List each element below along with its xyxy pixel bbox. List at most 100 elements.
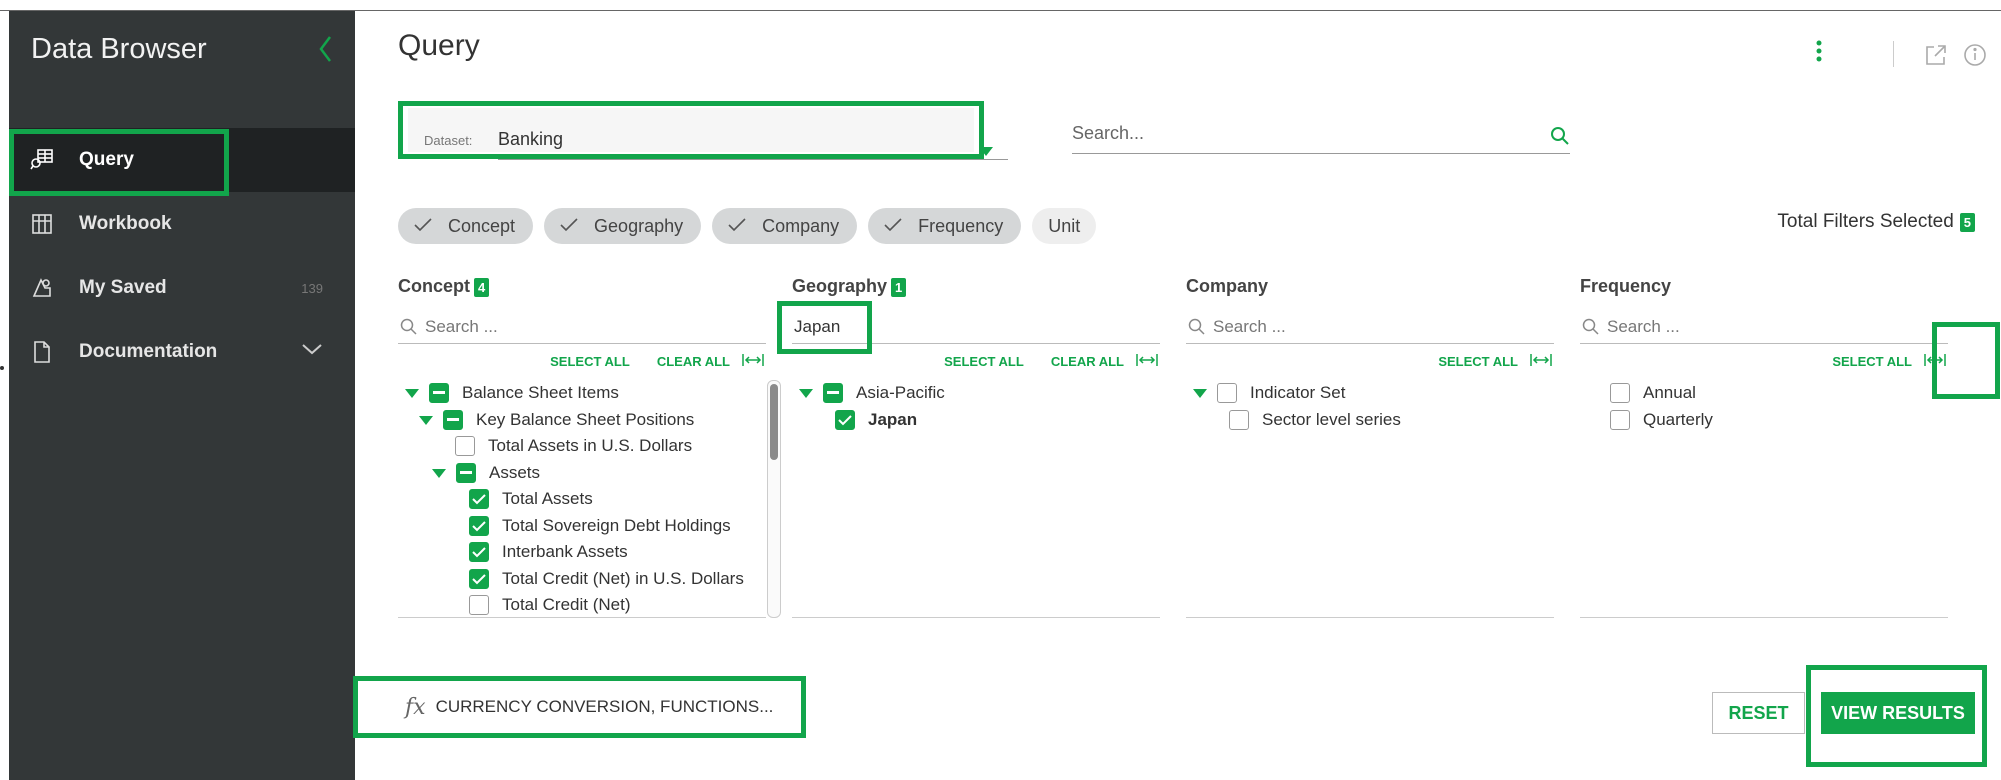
collapse-sidebar-button[interactable] [311, 29, 341, 69]
checkbox[interactable] [1229, 410, 1249, 430]
checkbox-partial[interactable] [456, 463, 476, 483]
tree-item-label: Total Credit (Net) in U.S. Dollars [502, 569, 744, 588]
facet-count-badge: 1 [891, 278, 907, 297]
window-left-border [0, 11, 9, 780]
checkbox-partial[interactable] [823, 383, 843, 403]
check-icon [414, 216, 432, 237]
concept-search-field[interactable]: Search ... [398, 308, 766, 344]
tree-item[interactable]: Total Credit (Net) in U.S. Dollars [469, 568, 744, 590]
tree-item[interactable]: Indicator Set [1192, 382, 1345, 404]
facet-actions: SELECT ALL [1805, 353, 1948, 370]
chip-geography[interactable]: Geography [544, 208, 702, 244]
page-title: Query [398, 29, 480, 62]
company-search-field[interactable]: Search ... [1186, 308, 1554, 344]
checkbox-checked[interactable] [469, 516, 489, 536]
expand-width-icon[interactable] [1924, 353, 1946, 370]
chip-concept[interactable]: Concept [398, 208, 534, 244]
sidebar-item-documentation[interactable]: Documentation [9, 320, 355, 384]
tree-item[interactable]: Japan [835, 409, 917, 431]
search-input[interactable] [1072, 116, 1512, 150]
search-value: Japan [794, 317, 841, 336]
frequency-list: Annual Quarterly [1580, 380, 1948, 618]
caret-down-icon[interactable] [1192, 386, 1208, 400]
tree-item[interactable]: Total Credit (Net) [469, 594, 630, 616]
facet-concept: Concept 4 Search ... SELECT ALL CLEAR ALL… [398, 276, 781, 628]
frame-dot [0, 366, 4, 370]
tree-item[interactable]: Asia-Pacific [798, 382, 945, 404]
external-link-icon[interactable] [1924, 43, 1948, 72]
chip-label: Concept [448, 215, 516, 236]
functions-label: CURRENCY CONVERSION, FUNCTIONS... [435, 697, 774, 716]
chip-unit[interactable]: Unit [1032, 208, 1097, 244]
functions-button[interactable]: fx CURRENCY CONVERSION, FUNCTIONS... [353, 676, 806, 738]
checkbox-partial[interactable] [443, 410, 463, 430]
expand-width-icon[interactable] [1530, 353, 1552, 370]
facet-title-text: Concept [398, 276, 470, 296]
caret-down-icon[interactable] [418, 413, 434, 427]
tree-item[interactable]: Total Sovereign Debt Holdings [469, 515, 731, 537]
checkbox-partial[interactable] [429, 383, 449, 403]
chip-label: Frequency [918, 215, 1004, 236]
tree-item[interactable]: Sector level series [1229, 409, 1401, 431]
checkbox-checked[interactable] [469, 569, 489, 589]
sidebar-item-query[interactable]: Query [9, 128, 355, 192]
checkbox[interactable] [1217, 383, 1237, 403]
chip-label: Unit [1048, 215, 1081, 236]
header-divider [1893, 41, 1894, 67]
caret-down-icon[interactable] [431, 466, 447, 480]
geography-search-field[interactable]: Japan [792, 308, 1160, 344]
tree-item-label: Key Balance Sheet Positions [476, 410, 695, 429]
select-all-link[interactable]: SELECT ALL [944, 354, 1024, 369]
dataset-select[interactable]: Banking [498, 128, 1008, 160]
tree-item[interactable]: Total Assets [469, 488, 593, 510]
tree-item[interactable]: Interbank Assets [469, 541, 628, 563]
checkbox-checked[interactable] [469, 542, 489, 562]
dataset-value: Banking [498, 129, 564, 149]
concept-scrollbar[interactable] [767, 380, 781, 618]
checkbox[interactable] [469, 595, 489, 615]
expand-width-icon[interactable] [742, 353, 764, 370]
facet-title: Geography 1 [792, 276, 1160, 302]
select-all-link[interactable]: SELECT ALL [1832, 354, 1912, 369]
checkbox[interactable] [455, 436, 475, 456]
clear-all-link[interactable]: CLEAR ALL [1051, 354, 1124, 369]
sidebar-item-my-saved[interactable]: My Saved 139 [9, 256, 355, 320]
dataset-label: Dataset: [424, 133, 473, 148]
tree-item-label: Total Credit (Net) [502, 595, 631, 614]
dataset-selector[interactable]: Dataset: Banking [398, 101, 1008, 160]
select-all-link[interactable]: SELECT ALL [550, 354, 630, 369]
caret-down-icon[interactable] [798, 386, 814, 400]
sidebar-item-label: My Saved [79, 277, 167, 298]
view-results-button[interactable]: VIEW RESULTS [1821, 692, 1975, 734]
select-all-link[interactable]: SELECT ALL [1438, 354, 1518, 369]
list-item-label: Quarterly [1643, 410, 1713, 429]
list-item[interactable]: Quarterly [1610, 409, 1713, 431]
reset-button[interactable]: RESET [1712, 692, 1805, 734]
clear-all-link[interactable]: CLEAR ALL [657, 354, 730, 369]
query-icon [29, 147, 55, 173]
checkbox[interactable] [1610, 383, 1630, 403]
info-icon[interactable] [1963, 43, 1987, 72]
list-item[interactable]: Annual [1610, 382, 1696, 404]
total-filters-label: Total Filters Selected [1777, 211, 1954, 232]
header-actions [1741, 31, 2001, 71]
tree-item[interactable]: Balance Sheet Items [404, 382, 619, 404]
scrollbar-thumb[interactable] [770, 384, 778, 460]
caret-down-icon[interactable] [404, 386, 420, 400]
frequency-search-field[interactable]: Search ... [1580, 308, 1948, 344]
total-filters-badge: 5 [1959, 212, 1975, 232]
checkbox[interactable] [1610, 410, 1630, 430]
tree-item[interactable]: Key Balance Sheet Positions [418, 409, 694, 431]
total-filters: Total Filters Selected 5 [1777, 211, 1975, 233]
more-options-icon[interactable] [1815, 39, 1823, 70]
chip-frequency[interactable]: Frequency [868, 208, 1022, 244]
tree-item[interactable]: Assets [431, 462, 540, 484]
expand-width-icon[interactable] [1136, 353, 1158, 370]
checkbox-checked[interactable] [835, 410, 855, 430]
tree-item[interactable]: Total Assets in U.S. Dollars [455, 435, 692, 457]
checkbox-checked[interactable] [469, 489, 489, 509]
chip-company[interactable]: Company [712, 208, 858, 244]
sidebar-item-workbook[interactable]: Workbook [9, 192, 355, 256]
search-icon[interactable] [1550, 126, 1570, 151]
concept-tree: Balance Sheet Items Key Balance Sheet Po… [398, 380, 766, 618]
